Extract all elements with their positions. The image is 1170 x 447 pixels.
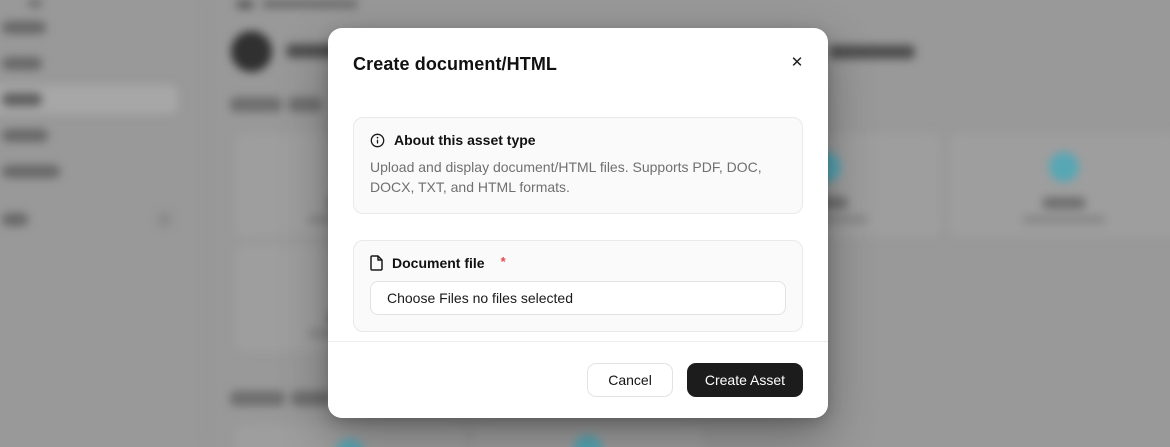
close-button[interactable]: ✕ [783,49,811,77]
modal-header: Create document/HTML ✕ [328,28,828,75]
file-input-text: Choose Files no files selected [387,290,573,306]
sidebar-item-blob [2,57,42,70]
theme-toggle-circle [231,31,272,72]
document-file-label: Document file [392,255,485,271]
info-icon [370,133,385,148]
create-document-modal: Create document/HTML ✕ About this asset … [328,28,828,418]
about-body: Upload and display document/HTML files. … [370,157,782,197]
about-asset-type-card: About this asset type Upload and display… [353,117,803,214]
document-file-card: Document file * Choose Files no files se… [353,240,803,332]
about-heading: About this asset type [394,132,536,148]
sidebar-item-blob [2,129,48,142]
asset-type-icon [335,439,365,447]
back-arrow-icon [236,0,254,9]
sidebar-item-blob [2,213,28,226]
section-heading-blob [291,391,331,406]
header-right-label-blob [829,45,915,59]
close-icon: ✕ [791,54,804,71]
sidebar-item-blob [2,165,60,178]
breadcrumb [262,0,358,8]
asset-type-card [949,133,1170,237]
cancel-button[interactable]: Cancel [587,363,673,397]
chevron-down-icon: ▾ [156,211,173,228]
document-file-input[interactable]: Choose Files no files selected [370,281,786,315]
asset-type-icon [573,435,603,447]
sidebar-logo-blob [28,0,42,7]
sidebar-item-blob [2,21,46,34]
modal-footer: Cancel Create Asset [328,341,828,418]
section-heading-blob [288,97,322,112]
asset-type-icon [1049,152,1079,182]
sidebar-item-blob [2,93,42,106]
asset-card-title-blob [1042,197,1086,209]
document-icon [370,255,383,271]
create-asset-button[interactable]: Create Asset [687,363,803,397]
section-heading-blob [230,97,282,112]
section-heading-blob [230,391,285,406]
asset-type-card [235,425,465,447]
asset-type-card [473,425,703,447]
asset-card-subtitle-blob [1022,215,1106,224]
required-asterisk: * [501,254,506,269]
sidebar-divider [205,0,206,447]
modal-title: Create document/HTML [353,54,803,75]
